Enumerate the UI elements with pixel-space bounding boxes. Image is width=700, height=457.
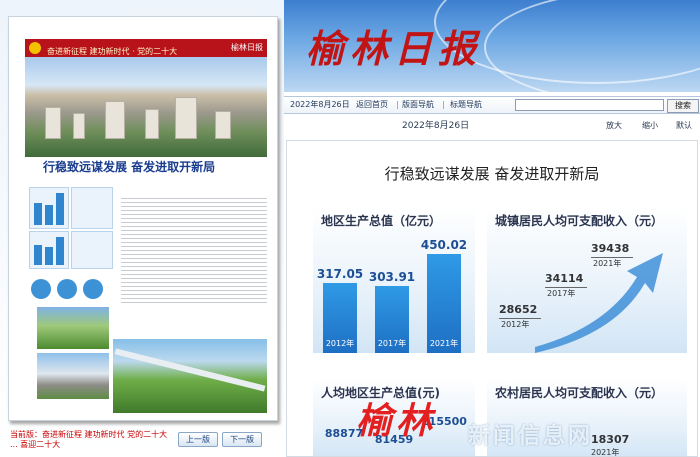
gdp-chart-panel: 地区生产总值（亿元） 2012年 317.05 2017年 303.91 2021年 45… [313,207,475,353]
article-image-pane[interactable]: 行稳致远谋发展 奋发进取开新局 地区生产总值（亿元） 2012年 317.05 20… [286,140,698,457]
gdp-bar-1: 2012年 [323,283,357,353]
rural-value: 18307 [591,433,630,446]
newspaper-page-thumbnail[interactable]: 奋进新征程 建功新时代 · 党的二十大 榆林日报 行稳致远谋发展 奋发进取开新局 [8,16,278,421]
party-emblem-icon [29,42,41,54]
income-year-2: 2017年 [547,289,576,298]
mini-chart-rural [71,231,113,269]
page-nav-link[interactable]: 版面导航 [402,97,434,113]
search-button[interactable]: 搜索 [667,99,699,113]
default-zoom-button[interactable]: 默认 [676,116,692,136]
watermark-logo: 榆林 [356,400,437,442]
farm-photo [37,307,109,349]
article-date: 2022年8月26日 [402,121,470,131]
title-nav-link[interactable]: 标题导航 [450,97,482,113]
prev-page-button[interactable]: 上一版 [178,432,218,447]
gdp-bar-3: 2021年 [427,254,461,353]
income-value-3: 39438 [591,242,630,255]
search-input[interactable] [515,99,664,111]
gdp-bar-area: 2012年 317.05 2017年 303.91 2021年 450.02 [313,207,475,353]
income-chart-panel: 城镇居民人均可支配收入（元） 28652 2012年 34114 2017年 39438… [487,207,687,353]
toolbar-separator: | [442,100,445,109]
watermark-site-name: 新闻信息网 [468,424,594,449]
page-headline: 行稳致远谋发展 奋发进取开新局 [43,160,216,174]
mini-chart-gdp [29,187,69,229]
gdp-bar-value-2: 303.91 [368,270,416,284]
rural-year: 2021年 [591,448,620,457]
home-link[interactable]: 返回首页 [356,97,388,113]
railway-photo [113,339,267,413]
rural-chart-title: 农村居民人均可支配收入（元） [495,386,664,400]
zoom-in-button[interactable]: 放大 [606,116,622,136]
gdp-bar-2: 2017年 [375,286,409,353]
gdp-bar-year-3: 2021年 [429,339,459,348]
gdp-bar-year-2: 2017年 [377,339,407,348]
income-value-1: 28652 [499,303,538,316]
banner-masthead: 榆林日报 [231,43,263,52]
gdp-bar-value-3: 450.02 [420,238,468,252]
toolbar-separator: | [396,100,399,109]
date-bar: 2022年8月26日 放大 缩小 默认 [284,116,700,136]
toolbar: 2022年8月26日 返回首页 | 版面导航 | 标题导航 搜索 [284,96,700,114]
article-headline: 行稳致远谋发展 奋发进取开新局 [384,165,600,183]
site-logo[interactable]: 榆林日报 [306,18,482,73]
gdp-bar-year-1: 2012年 [325,339,355,348]
page-thumbnail-pane: 奋进新征程 建功新时代 · 党的二十大 榆林日报 行稳致远谋发展 奋发进取开新局 [0,0,284,455]
page-banner: 奋进新征程 建功新时代 · 党的二十大 榆林日报 [25,39,267,57]
income-year-1: 2012年 [501,320,530,329]
mini-chart-income [71,187,113,229]
site-header: 榆林日报 [284,0,700,92]
gdp-bar-value-1: 317.05 [316,267,364,281]
income-year-3: 2021年 [593,259,622,268]
town-photo [37,353,109,399]
article-text-columns [121,195,267,303]
toolbar-date: 2022年8月26日 [290,100,350,109]
income-value-2: 34114 [545,272,584,285]
next-page-button[interactable]: 下一版 [222,432,262,447]
current-page-status[interactable]: 当前版：奋进新征程 建功新时代 党的二十大 ... 喜迎二十大 [10,430,175,450]
banner-text: 奋进新征程 建功新时代 · 党的二十大 [47,47,178,56]
mini-chart-percap [29,231,69,269]
city-photo [25,57,267,157]
zoom-out-button[interactable]: 缩小 [642,116,658,136]
income-points: 28652 2012年 34114 2017年 39438 2021年 [487,207,687,353]
